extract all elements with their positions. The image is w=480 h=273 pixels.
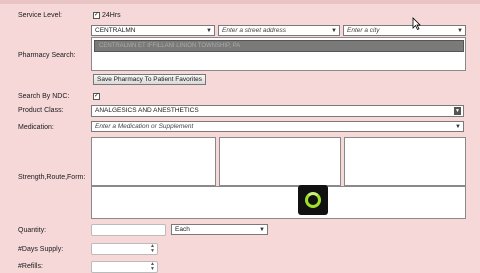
days-supply-label: #Days Supply: bbox=[18, 246, 64, 253]
pharmacy-search-label: Pharmacy Search: bbox=[18, 52, 76, 59]
street-address-placeholder: Enter a street address bbox=[222, 27, 286, 34]
browser-top-strip bbox=[0, 0, 480, 4]
quantity-input[interactable] bbox=[91, 224, 166, 236]
refills-label: #Refills: bbox=[18, 263, 43, 270]
chevron-down-icon: ▼ bbox=[457, 28, 463, 34]
medication-select[interactable]: Enter a Medication or Supplement ▼ bbox=[91, 121, 464, 132]
pharmacy-results-list[interactable]: CENTRALMN ET IFFILLANI LINION TOWNSHIP, … bbox=[91, 37, 466, 71]
product-class-label: Product Class: bbox=[18, 107, 64, 114]
search-by-ndc-label: Search By NDC: bbox=[18, 93, 70, 100]
stepper-icon[interactable]: ▲ ▼ bbox=[150, 244, 155, 254]
medication-placeholder: Enter a Medication or Supplement bbox=[95, 123, 194, 130]
product-class-value: ANALGESICS AND ANESTHETICS bbox=[95, 107, 199, 114]
city-select[interactable]: Enter a city ▼ bbox=[343, 25, 466, 36]
route-list[interactable] bbox=[219, 137, 341, 186]
spinner-ring-icon bbox=[305, 192, 321, 208]
chevron-down-icon: ▼ bbox=[455, 124, 461, 130]
stepper-icon[interactable]: ▲ ▼ bbox=[150, 262, 155, 272]
chevron-down-icon: ▼ bbox=[331, 28, 337, 34]
refills-input[interactable]: ▲ ▼ bbox=[91, 261, 158, 273]
quantity-label: Quantity: bbox=[18, 227, 47, 234]
search-by-ndc-checkbox[interactable]: ✓ bbox=[93, 93, 100, 100]
quantity-unit-value: Each bbox=[175, 226, 190, 233]
service-level-label: Service Level: bbox=[18, 12, 62, 19]
pharmacy-name-value: CENTRALMN bbox=[95, 27, 136, 34]
product-class-select[interactable]: ANALGESICS AND ANESTHETICS ▼ bbox=[91, 105, 464, 117]
pharmacy-name-select[interactable]: CENTRALMN ▼ bbox=[91, 25, 215, 36]
strength-route-form-details[interactable] bbox=[91, 186, 466, 219]
strength-route-form-label: Strength,Route,Form: bbox=[18, 174, 86, 181]
medication-label: Medication: bbox=[18, 124, 54, 131]
form-list[interactable] bbox=[344, 137, 466, 186]
mouse-cursor-icon bbox=[412, 17, 421, 30]
chevron-down-icon: ▼ bbox=[259, 227, 265, 233]
city-placeholder: Enter a city bbox=[347, 27, 380, 34]
chevron-down-icon: ▼ bbox=[206, 28, 212, 34]
loading-spinner bbox=[298, 185, 328, 215]
pharmacy-result-item[interactable]: CENTRALMN ET IFFILLANI LINION TOWNSHIP, … bbox=[94, 40, 464, 52]
days-supply-input[interactable]: ▲ ▼ bbox=[91, 243, 158, 255]
service-level-checkbox[interactable]: ✓ bbox=[93, 12, 100, 19]
service-level-option-label: 24Hrs bbox=[102, 12, 121, 19]
street-address-select[interactable]: Enter a street address ▼ bbox=[218, 25, 340, 36]
strength-list[interactable] bbox=[91, 137, 216, 186]
save-pharmacy-favorites-button[interactable]: Save Pharmacy To Patient Favorites bbox=[93, 74, 207, 85]
chevron-down-icon: ▼ bbox=[454, 107, 461, 115]
quantity-unit-select[interactable]: Each ▼ bbox=[171, 224, 268, 235]
